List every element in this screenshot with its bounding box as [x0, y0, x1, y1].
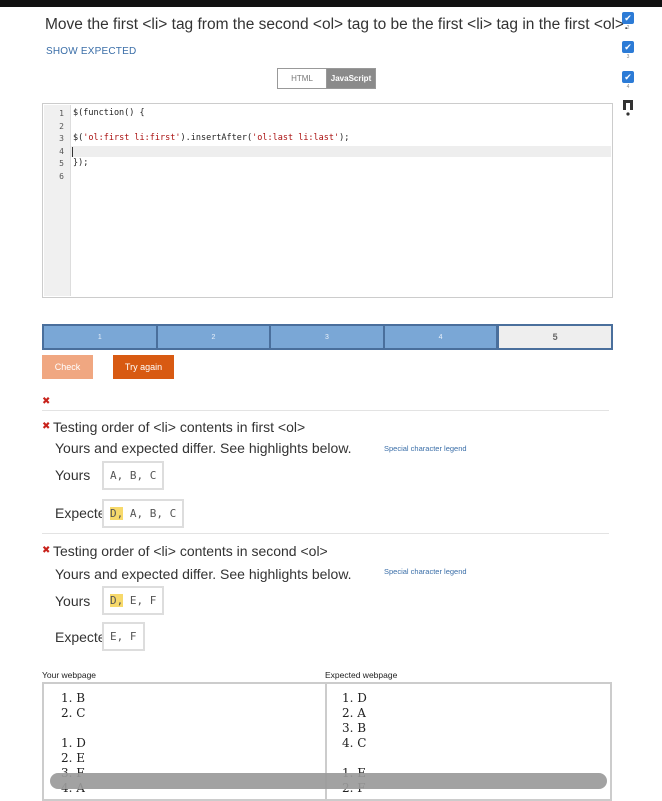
- your-webpage-label: Your webpage: [42, 670, 97, 680]
- checkmark-icon: ✔: [622, 71, 634, 83]
- yours-label: Yours: [55, 467, 91, 483]
- expected-output: D, A, B, C: [102, 499, 185, 528]
- checkmark-icon: ✔: [622, 41, 634, 53]
- line-number: 5: [59, 159, 64, 168]
- level-number: 3: [626, 54, 630, 60]
- code-string: 'ol:last li:last': [252, 133, 340, 143]
- level-indicator[interactable]: ✔ 3: [620, 41, 636, 60]
- list-item: 2. C: [61, 706, 86, 720]
- progress-segment[interactable]: 2: [157, 326, 272, 348]
- yours-output: A, B, C: [102, 461, 165, 490]
- check-button[interactable]: Check: [42, 355, 93, 379]
- level-number: 2: [626, 25, 630, 31]
- try-again-button[interactable]: Try again: [113, 355, 174, 379]
- top-bar: [0, 0, 662, 7]
- ordered-list: 1. D 2. A 3. B 4. C: [342, 691, 367, 751]
- code-token: ).insertAfter(: [180, 133, 253, 143]
- error-icon: ✖: [42, 396, 51, 407]
- test-subtitle: Yours and expected differ. See highlight…: [55, 440, 352, 456]
- code-string: 'ol:first li:first': [83, 133, 181, 143]
- output-text: E, F: [110, 630, 137, 643]
- list-item: 1. D: [342, 691, 367, 705]
- list-item: 2. A: [342, 706, 366, 720]
- progress-segment[interactable]: 4: [384, 326, 499, 348]
- list-item: 1. B: [61, 691, 86, 705]
- code-editor[interactable]: 1 2 3 4 5 6 $(function() { $('ol:first l…: [42, 103, 613, 298]
- level-number: 4: [626, 84, 630, 90]
- line-number: 6: [59, 172, 64, 181]
- yours-label: Yours: [55, 593, 91, 609]
- expected-label: Expected: [55, 505, 105, 521]
- error-icon: ✖: [42, 421, 51, 432]
- divider: [42, 533, 609, 534]
- text-cursor: [72, 147, 73, 157]
- tab-html[interactable]: HTML: [278, 69, 326, 88]
- code-token: $(: [73, 133, 84, 143]
- tab-javascript[interactable]: JavaScript: [326, 69, 375, 88]
- progress-segment-current[interactable]: 5: [498, 326, 611, 348]
- progress-segment[interactable]: 1: [44, 326, 158, 348]
- show-expected-link[interactable]: SHOW EXPECTED: [46, 46, 136, 57]
- code-token: );: [339, 133, 350, 143]
- test-title: Testing order of <li> contents in first …: [53, 419, 306, 435]
- list-item: 3. B: [342, 721, 367, 735]
- expected-output: E, F: [102, 622, 145, 651]
- instruction-text: Move the first <li> tag from the second …: [45, 16, 629, 33]
- test-subtitle: Yours and expected differ. See highlight…: [55, 566, 352, 582]
- active-line-highlight: [71, 146, 611, 157]
- list-item: 4. C: [342, 736, 367, 750]
- error-icon: ✖: [42, 545, 51, 556]
- expected-label: Expected: [55, 629, 105, 645]
- test-title: Testing order of <li> contents in second…: [53, 543, 328, 559]
- divider: [42, 410, 609, 411]
- line-number: 2: [59, 122, 64, 131]
- code-line: $('ol:first li:first').insertAfter('ol:l…: [73, 133, 349, 143]
- list-item: 1. D: [61, 736, 86, 750]
- flag-icon[interactable]: [620, 100, 636, 116]
- ordered-list: 1. B 2. C: [61, 691, 85, 721]
- level-indicator[interactable]: ✔ 4: [620, 71, 636, 90]
- diff-highlight: D,: [110, 507, 124, 520]
- line-number: 1: [59, 109, 64, 118]
- code-line: });: [73, 158, 89, 168]
- diff-highlight: D,: [110, 594, 124, 607]
- language-toggle: HTML JavaScript: [277, 68, 376, 89]
- bookmark-flag-icon: [623, 100, 633, 116]
- expected-webpage-label: Expected webpage: [325, 670, 398, 680]
- output-text: A, B, C: [123, 507, 177, 520]
- line-number: 4: [59, 147, 64, 156]
- horizontal-scrollbar[interactable]: [50, 773, 607, 789]
- output-text: A, B, C: [110, 469, 157, 482]
- output-text: E, F: [123, 594, 157, 607]
- level-indicator[interactable]: ✔ 2: [620, 12, 636, 31]
- level-progress-bar: 1 2 3 4 5: [42, 324, 613, 350]
- checkmark-icon: ✔: [622, 12, 634, 24]
- list-item: 2. E: [61, 751, 86, 765]
- code-line: $(function() {: [73, 108, 145, 118]
- special-character-legend-link[interactable]: Special character legend: [384, 567, 467, 576]
- special-character-legend-link[interactable]: Special character legend: [384, 444, 467, 453]
- yours-output: D, E, F: [102, 586, 165, 615]
- progress-segment[interactable]: 3: [271, 326, 385, 348]
- line-number: 3: [59, 134, 64, 143]
